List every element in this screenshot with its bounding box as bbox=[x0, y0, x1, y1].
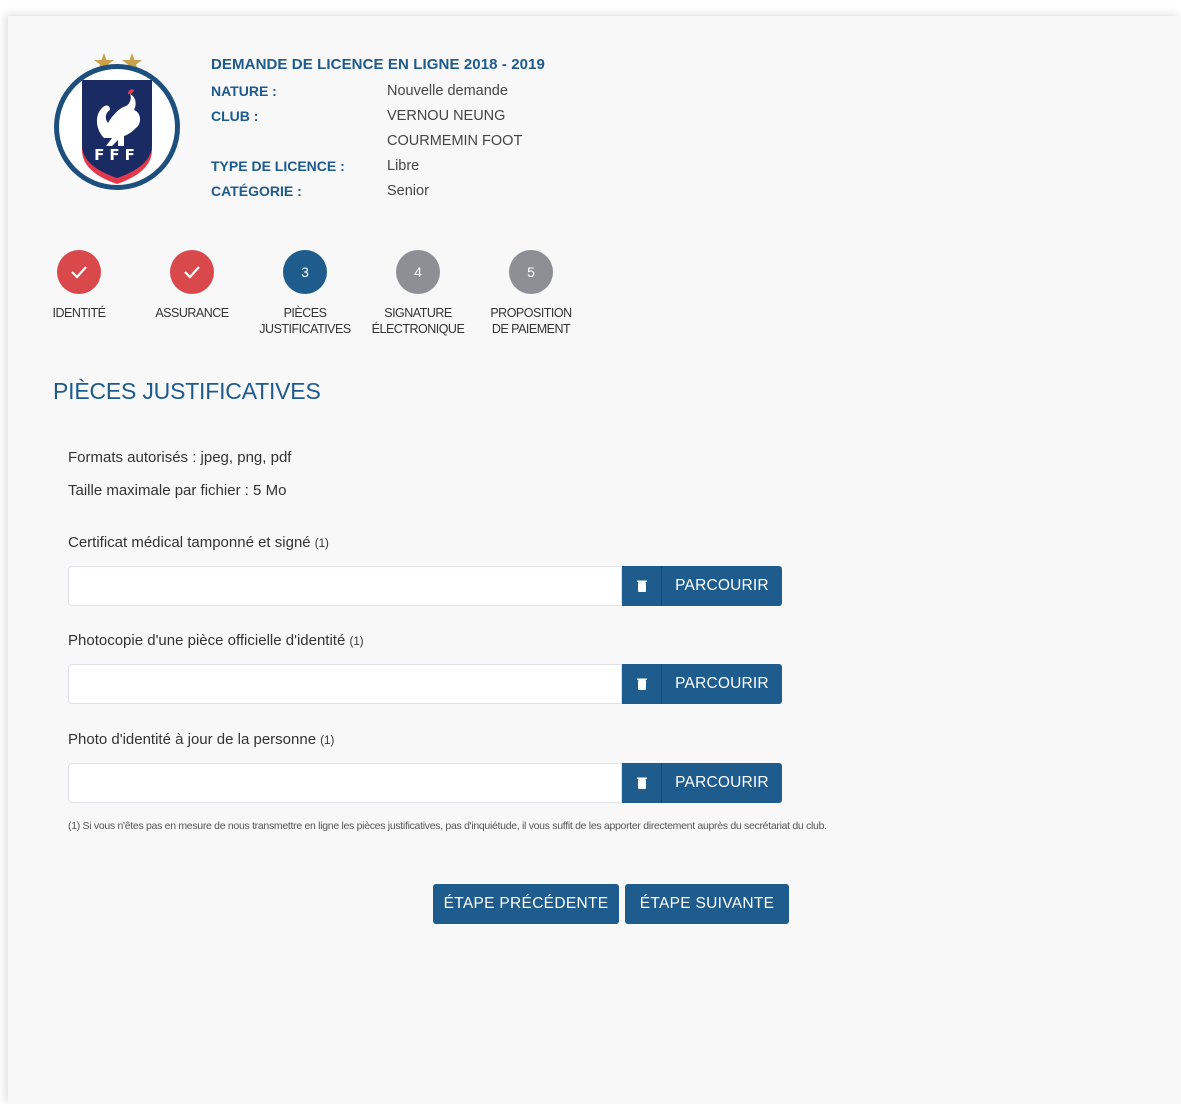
info-value: COURMEMIN FOOT bbox=[387, 133, 523, 149]
browse-button[interactable]: PARCOURIR bbox=[662, 664, 782, 704]
step-number: 3 bbox=[283, 250, 327, 294]
info-row-license-type: TYPE DE LICENCE : Libre bbox=[211, 154, 545, 179]
step-pieces-justificatives[interactable]: 3 PIÈCES JUSTIFICATIVES bbox=[250, 250, 360, 337]
step-label: PIÈCES JUSTIFICATIVES bbox=[259, 306, 351, 336]
trash-icon bbox=[636, 678, 647, 690]
step-circle bbox=[170, 250, 214, 294]
info-value: Senior bbox=[387, 183, 429, 199]
upload-requirements: Formats autorisés : jpeg, png, pdf Taill… bbox=[68, 441, 291, 507]
section-title: PIÈCES JUSTIFICATIVES bbox=[53, 378, 321, 404]
info-row-club-continued: COURMEMIN FOOT bbox=[211, 129, 545, 154]
trash-icon bbox=[636, 580, 647, 592]
info-label: CLUB : bbox=[211, 108, 259, 124]
file-input[interactable] bbox=[68, 664, 622, 704]
info-value: Nouvelle demande bbox=[387, 83, 508, 99]
file-input[interactable] bbox=[68, 763, 622, 803]
upload-field-identity-document: Photocopie d'une pièce officielle d'iden… bbox=[68, 632, 782, 704]
stepper: IDENTITÉ ASSURANCE 3 PIÈCES JUSTIFICATIVE… bbox=[46, 250, 606, 350]
field-label: Certificat médical tamponné et signé (1) bbox=[68, 534, 329, 551]
step-label: SIGNATURE ÉLECTRONIQUE bbox=[371, 306, 465, 336]
page-title: DEMANDE DE LICENCE EN LIGNE 2018 - 2019 bbox=[211, 56, 545, 73]
logo-text: FFF bbox=[94, 146, 140, 164]
previous-step-button[interactable]: ÉTAPE PRÉCÉDENTE bbox=[433, 884, 619, 924]
clear-file-button[interactable] bbox=[622, 664, 662, 704]
file-input[interactable] bbox=[68, 566, 622, 606]
info-label: TYPE DE LICENCE : bbox=[211, 158, 345, 174]
next-step-button[interactable]: ÉTAPE SUIVANTE bbox=[625, 884, 789, 924]
field-label: Photocopie d'une pièce officielle d'iden… bbox=[68, 632, 364, 649]
upload-field-identity-photo: Photo d'identité à jour de la personne (… bbox=[68, 731, 782, 803]
fff-logo: FFF bbox=[54, 53, 180, 190]
check-icon bbox=[184, 266, 200, 279]
info-label: NATURE : bbox=[211, 83, 277, 99]
browse-button[interactable]: PARCOURIR bbox=[662, 763, 782, 803]
info-row-category: CATÉGORIE : Senior bbox=[211, 179, 545, 204]
step-label: IDENTITÉ bbox=[52, 306, 106, 320]
step-number: 4 bbox=[396, 250, 440, 294]
nav-buttons: ÉTAPE PRÉCÉDENTE ÉTAPE SUIVANTE bbox=[433, 884, 789, 924]
browse-button[interactable]: PARCOURIR bbox=[662, 566, 782, 606]
step-signature-electronique[interactable]: 4 SIGNATURE ÉLECTRONIQUE bbox=[363, 250, 473, 337]
info-value: VERNOU NEUNG bbox=[387, 108, 506, 124]
field-label: Photo d'identité à jour de la personne (… bbox=[68, 731, 335, 748]
info-row-club: CLUB : VERNOU NEUNG bbox=[211, 104, 545, 129]
clear-file-button[interactable] bbox=[622, 566, 662, 606]
step-circle bbox=[57, 250, 101, 294]
check-icon bbox=[71, 266, 87, 279]
field-row: PARCOURIR bbox=[68, 763, 782, 803]
step-identite[interactable]: IDENTITÉ bbox=[24, 250, 134, 321]
info-row-nature: NATURE : Nouvelle demande bbox=[211, 79, 545, 104]
info-value: Libre bbox=[387, 158, 420, 174]
upload-field-medical-certificate: Certificat médical tamponné et signé (1)… bbox=[68, 534, 782, 606]
clear-file-button[interactable] bbox=[622, 763, 662, 803]
field-row: PARCOURIR bbox=[68, 566, 782, 606]
header-info: DEMANDE DE LICENCE EN LIGNE 2018 - 2019 … bbox=[211, 56, 545, 204]
info-label: CATÉGORIE : bbox=[211, 183, 302, 199]
trash-icon bbox=[636, 777, 647, 789]
formats-text: Formats autorisés : jpeg, png, pdf bbox=[68, 449, 292, 466]
step-number: 5 bbox=[509, 250, 553, 294]
step-label: ASSURANCE bbox=[155, 306, 229, 320]
step-label: PROPOSITION DE PAIEMENT bbox=[490, 306, 572, 336]
footnote: (1) Si vous n'êtes pas en mesure de nous… bbox=[68, 820, 827, 832]
step-proposition-paiement[interactable]: 5 PROPOSITION DE PAIEMENT bbox=[476, 250, 586, 337]
max-size-text: Taille maximale par fichier : 5 Mo bbox=[68, 482, 287, 499]
info-label bbox=[211, 129, 387, 154]
step-assurance[interactable]: ASSURANCE bbox=[137, 250, 247, 321]
field-row: PARCOURIR bbox=[68, 664, 782, 704]
